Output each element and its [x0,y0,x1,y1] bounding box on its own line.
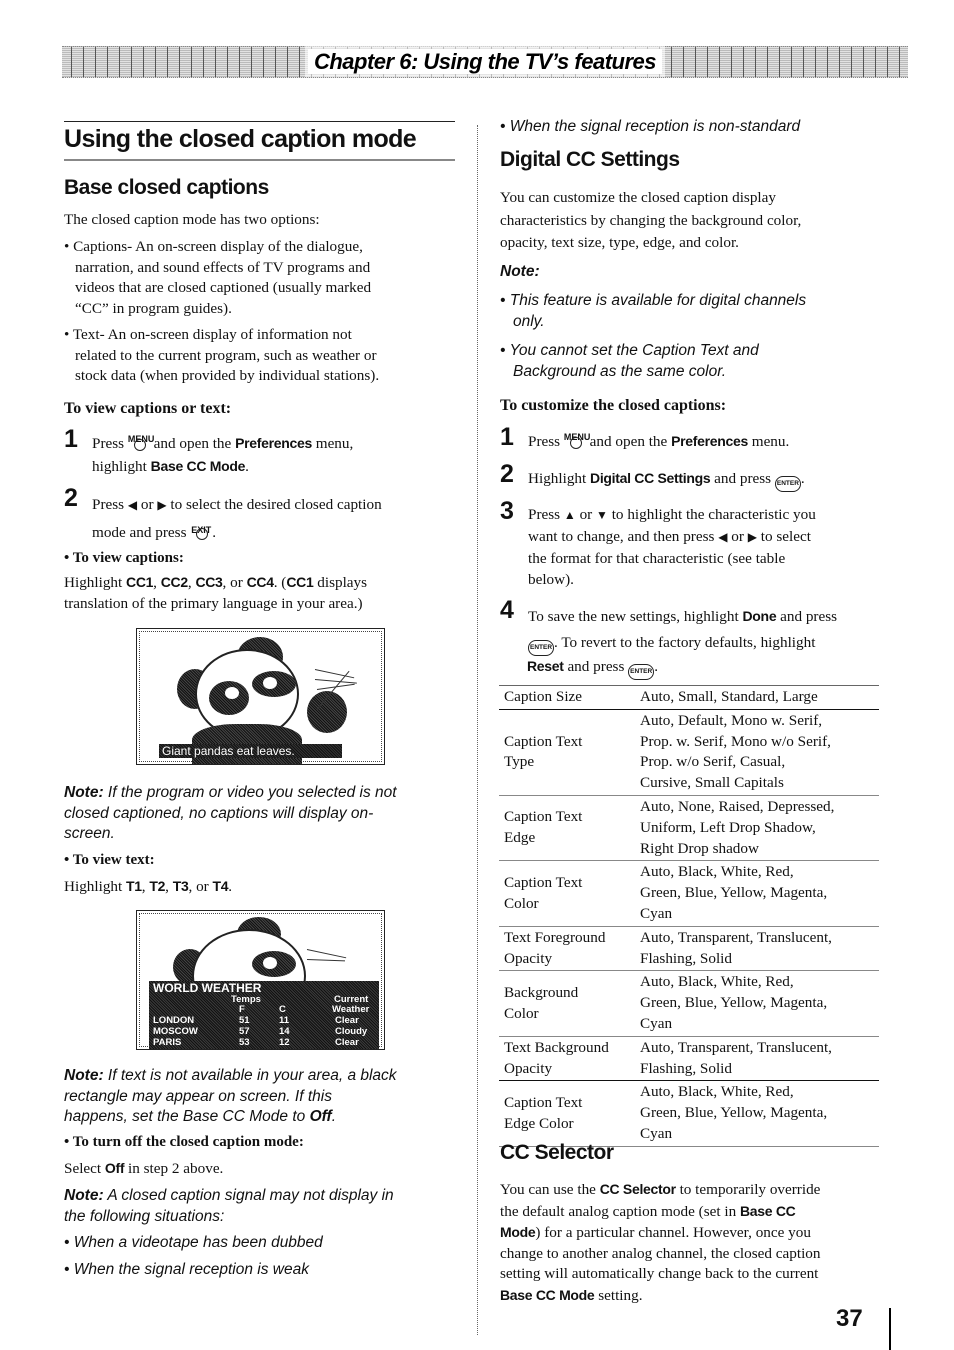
weather-c: 19 [279,1049,290,1050]
turn-off-text: Select Off in step 2 above. [64,1160,224,1177]
setting-name: Caption Size [499,685,635,710]
view-captions-heading: • To view captions: [64,550,184,566]
setting-name: Caption Text Edge Color [499,1080,635,1147]
turn-off-heading: • To turn off the closed caption mode: [64,1134,304,1150]
setting-options: Auto, Default, Mono w. Serif, Prop. w. Se… [635,708,879,796]
settings-row: Caption Text Type Auto, Default, Mono w. S… [499,708,879,796]
weather-cond: Cloudy [335,1049,367,1050]
chapter-title: Chapter 6: Using the TV’s features [307,49,662,74]
right-arrow-icon: ▶ [157,498,167,512]
setting-name: Background Color [499,970,635,1037]
weather-f: 57 [239,1026,250,1037]
situation-item: • When a videotape has been dubbed [64,1234,323,1251]
intro-text: The closed caption mode has two options: [64,211,320,228]
setting-name: Caption Text Color [499,860,635,927]
situation-item: • When the signal reception is non-stand… [500,118,801,135]
option-text: • Text- An on-screen display of informat… [64,326,380,384]
note-no-captions: Note: If the program or video you select… [64,784,397,842]
digital-cc-title: Digital CC Settings [500,148,680,171]
weather-c: 12 [279,1037,290,1048]
weather-c: 11 [279,1015,290,1026]
weather-f: 53 [239,1037,250,1048]
setting-options: Auto, Small, Standard, Large [635,685,879,710]
section-title: Using the closed caption mode [64,121,455,161]
caption-text-bar: Giant pandas eat leaves. [159,744,342,758]
subsection-title: Base closed captions [64,176,269,199]
menu-button-icon: MENU [564,432,590,449]
weather-f: 51 [239,1015,250,1026]
column-divider [477,125,478,1335]
menu-button-icon: MENU [128,434,154,451]
setting-options: Auto, Black, White, Red, Green, Blue, Yel… [635,860,879,927]
left-arrow-icon: ◀ [718,530,728,544]
world-weather-panel: WORLD WEATHER Temps F C Current Weather … [149,981,379,1050]
enter-button-icon: ENTER [528,640,554,656]
weather-city: ROME [153,1049,182,1050]
setting-name: Text Background Opacity [499,1035,635,1081]
setting-name: Caption Text Edge [499,794,635,861]
chapter-header-band: Chapter 6: Using the TV’s features [62,46,908,78]
setting-options: Auto, None, Raised, Depressed, Uniform, L… [635,794,879,861]
note-label: Note: [500,263,540,280]
note-same-color: • You cannot set the Caption Text and Ba… [500,342,759,380]
note-signal-situations: Note: A closed caption signal may not di… [64,1187,394,1225]
step-number: 1 [64,425,78,453]
step-3: 3 Press ▲ or ▼ to highlight the characte… [500,497,816,589]
settings-row: Caption Text Edge Auto, None, Raised, Depr… [499,794,879,861]
cc-selector-title: CC Selector [500,1141,614,1164]
view-text-text: Highlight T1, T2, T3, or T4. [64,878,233,895]
step-2: 2 Highlight Digital CC Settings and pres… [500,462,890,492]
weather-city: PARIS [153,1037,182,1048]
digital-cc-intro: You can customize the closed caption dis… [500,189,802,251]
setting-options: Auto, Transparent, Translucent, Flashing,… [635,925,879,971]
customize-heading: To customize the closed captions: [500,397,727,414]
weather-c: 14 [279,1026,290,1037]
situation-item: • When the signal reception is weak [64,1261,309,1278]
enter-button-icon: ENTER [628,664,655,680]
weather-city: LONDON [153,1015,195,1026]
settings-row: Text Foreground Opacity Auto, Transparent,… [499,925,879,971]
view-captions-text: Highlight CC1, CC2, CC3, or CC4. (CC1 di… [64,574,368,612]
page-edge-bar [889,1308,891,1350]
note-digital-only: • This feature is available for digital … [500,292,807,330]
setting-options: Auto, Black, White, Red, Green, Blue, Yel… [635,1080,879,1147]
step-2: 2 Press ◀ or ▶ to select the desired clo… [64,484,382,542]
setting-name: Caption Text Type [499,708,635,796]
option-captions: • Captions- An on-screen display of the … [64,238,372,317]
text-example-screen: WORLD WEATHER Temps F C Current Weather … [136,910,385,1050]
setting-options: Auto, Transparent, Translucent, Flashing,… [635,1035,879,1081]
step-number: 2 [64,484,78,512]
weather-cond: Cloudy [335,1026,368,1037]
exit-button-icon: EXIT [190,523,212,540]
note-black-rectangle: Note: If text is not available in your a… [64,1067,397,1125]
left-arrow-icon: ◀ [127,498,138,512]
settings-row: Caption Text Edge Color Auto, Black, White… [499,1080,879,1147]
enter-button-icon: ENTER [774,476,801,492]
right-arrow-icon: ▶ [747,530,757,544]
caption-settings-table: Caption Size Auto, Small, Standard, Large… [499,685,879,1147]
view-text-heading: • To view text: [64,852,155,868]
down-arrow-icon: ▼ [596,508,608,522]
setting-options: Auto, Black, White, Red, Green, Blue, Yel… [635,970,879,1037]
up-arrow-icon: ▲ [563,508,576,522]
weather-cond: Clear [335,1015,359,1026]
weather-city: MOSCOW [153,1026,198,1037]
leaf-icon [306,949,347,959]
caption-example-screen: Giant pandas eat leaves. [136,628,385,765]
settings-row: Text Background Opacity Auto, Transparent,… [499,1035,879,1081]
page-number: 37 [836,1305,863,1332]
settings-row: Caption Size Auto, Small, Standard, Large [499,685,879,710]
step-1: 1 Press MENU and open the Preferences me… [64,425,354,476]
weather-cond: Clear [335,1037,359,1048]
settings-row: Caption Text Color Auto, Black, White, Red… [499,860,879,927]
setting-name: Text Foreground Opacity [499,925,635,971]
cc-selector-text: You can use the CC Selector to temporari… [500,1181,821,1304]
step-1: 1 Press MENU and open the Preferences me… [500,423,790,451]
weather-f: 66 [239,1049,250,1050]
settings-row: Background Color Auto, Black, White, Red, G… [499,970,879,1037]
procedure-heading: To view captions or text: [64,400,232,417]
